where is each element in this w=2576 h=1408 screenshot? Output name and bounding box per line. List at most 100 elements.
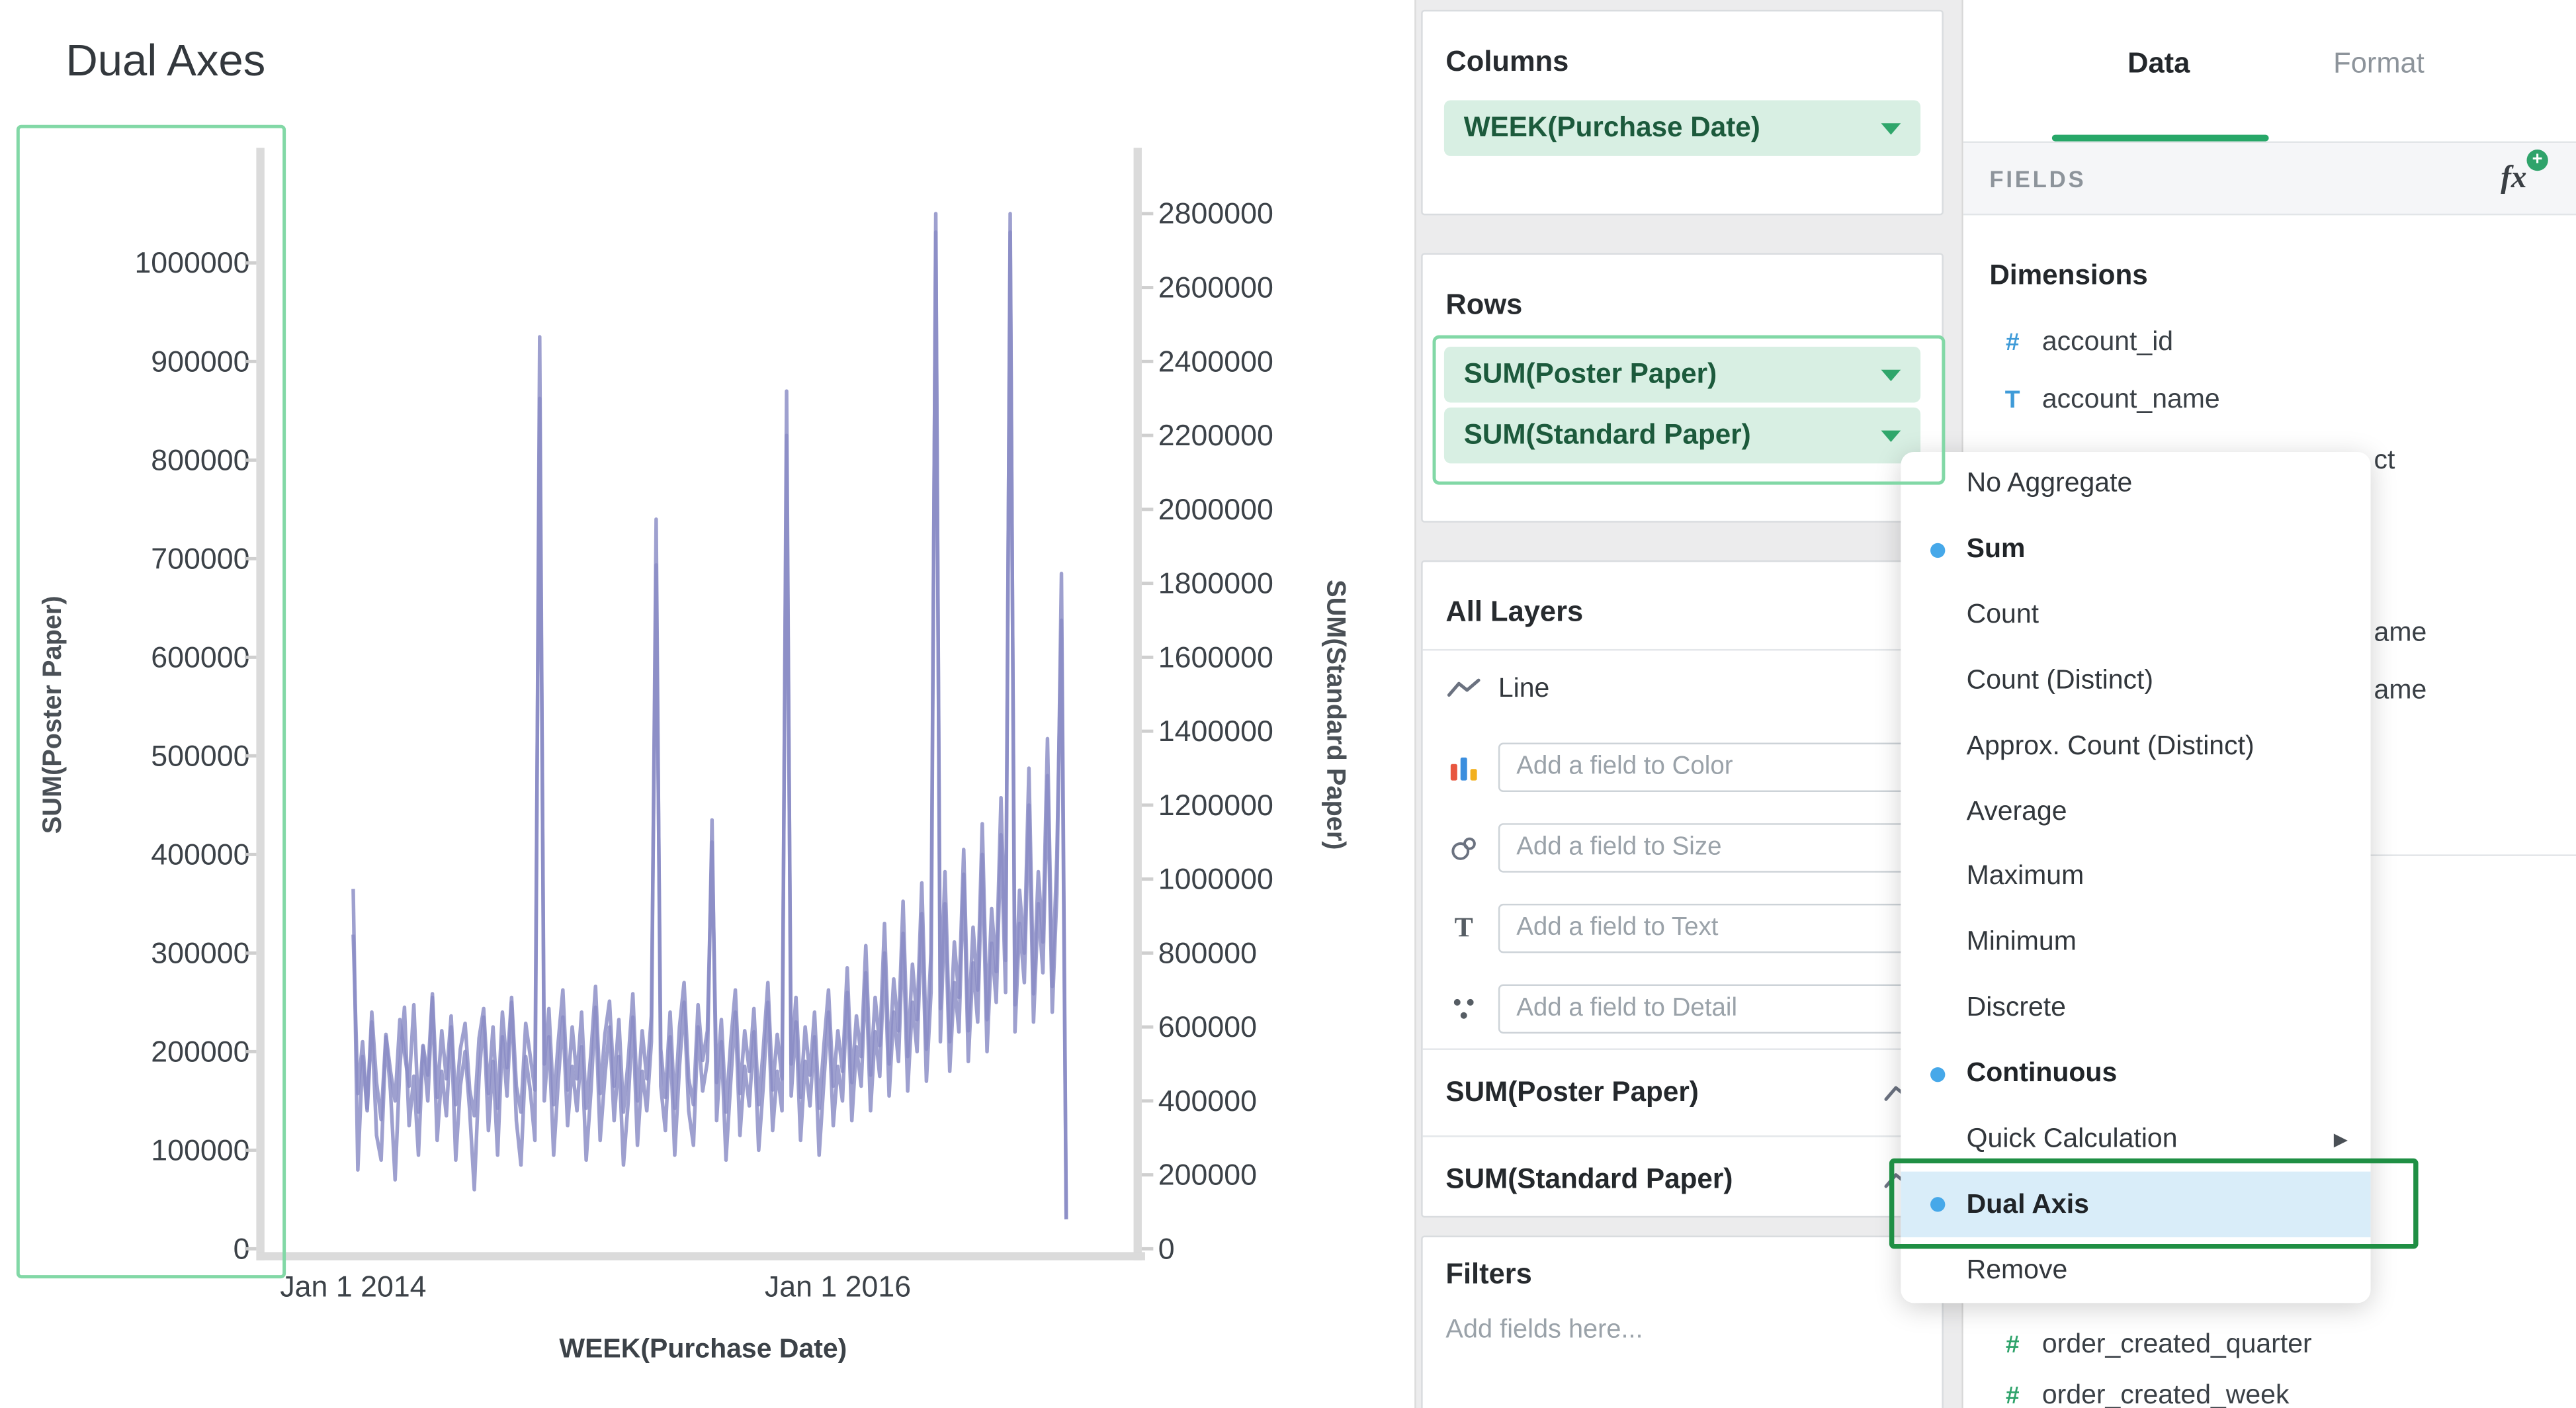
size-drop-row <box>1423 807 1942 887</box>
app-window: Dual Axes 010000020000030000040000050000… <box>0 0 2576 1408</box>
left-axis-tick-mark <box>245 459 256 462</box>
right-axis-tick-label: 2000000 <box>1158 493 1339 526</box>
field-item-order_created_week[interactable]: # order_created_week <box>1999 1377 2289 1408</box>
drop-field-rows: T <box>1423 726 1942 1049</box>
menu-item-label: Continuous <box>1967 1058 2118 1089</box>
right-axis-tick-label: 2600000 <box>1158 271 1339 304</box>
right-axis-tick-mark <box>1142 507 1153 511</box>
menu-item-count-distinct[interactable]: Count (Distinct) <box>1901 648 2370 714</box>
right-axis-tick-mark <box>1142 434 1153 437</box>
field-item-account_name[interactable]: Taccount_name <box>1999 381 2219 418</box>
left-axis-tick-label: 100000 <box>59 1134 249 1167</box>
submenu-arrow-icon: ▶ <box>2334 1129 2348 1150</box>
rows-pill-poster-paper[interactable]: SUM(Poster Paper) <box>1444 347 1920 402</box>
chevron-down-icon[interactable] <box>1881 369 1901 380</box>
left-axis-tick-mark <box>245 1247 256 1251</box>
right-axis-tick-mark <box>1142 730 1153 733</box>
menu-item-quick-calculation[interactable]: Quick Calculation ▶ <box>1901 1106 2370 1172</box>
filters-drop-zone[interactable]: Add fields here... <box>1445 1316 1918 1346</box>
menu-item-label: Minimum <box>1967 927 2077 958</box>
chevron-down-icon[interactable] <box>1881 429 1901 441</box>
menu-item-discrete[interactable]: Discrete <box>1901 976 2370 1041</box>
layer-measure-standard-paper[interactable]: SUM(Standard Paper) <box>1423 1135 1942 1223</box>
detail-drop-row <box>1423 968 1942 1049</box>
detail-field-input[interactable] <box>1498 983 1922 1033</box>
right-axis-tick-mark <box>1142 803 1153 807</box>
right-axis-tick-mark <box>1142 1026 1153 1029</box>
left-axis-tick-label: 700000 <box>59 543 249 576</box>
size-field-input[interactable] <box>1498 822 1922 872</box>
rows-pill-standard-paper[interactable]: SUM(Standard Paper) <box>1444 408 1920 463</box>
color-icon <box>1445 754 1482 780</box>
left-axis-title: SUM(Poster Paper) <box>40 595 69 834</box>
chart-type-row[interactable]: Line <box>1423 649 1942 726</box>
left-axis-tick-mark <box>245 360 256 363</box>
right-axis-tick-mark <box>1142 1099 1153 1102</box>
left-axis-tick-label: 1000000 <box>59 247 249 280</box>
left-axis-tick-mark <box>245 951 256 955</box>
right-axis-tick-label: 1400000 <box>1158 715 1339 748</box>
menu-item-label: Remove <box>1967 1254 2068 1286</box>
number-type-icon: # <box>1999 328 2026 355</box>
field-item-account_id[interactable]: #account_id <box>1999 324 2173 360</box>
chevron-down-icon[interactable] <box>1881 122 1901 134</box>
menu-item-average[interactable]: Average <box>1901 779 2370 845</box>
left-axis-tick-label: 500000 <box>59 740 249 773</box>
right-axis-tick-mark <box>1142 1173 1153 1176</box>
menu-item-label: Quick Calculation <box>1967 1123 2178 1155</box>
text-field-input[interactable] <box>1498 903 1922 953</box>
color-drop-row <box>1423 726 1942 807</box>
number-type-icon: # <box>1999 1381 2026 1408</box>
layer-measure-poster-paper[interactable]: SUM(Poster Paper) <box>1423 1048 1942 1135</box>
right-axis-tick-mark <box>1142 877 1153 881</box>
menu-item-dual-axis[interactable]: Dual Axis <box>1901 1172 2370 1237</box>
menu-item-label: Discrete <box>1967 992 2066 1024</box>
measure-label: SUM(Poster Paper) <box>1445 1077 1698 1110</box>
field-item-partial: ame <box>2374 615 2427 651</box>
right-axis-tick-label: 1200000 <box>1158 789 1339 822</box>
selected-dot-icon <box>1930 1067 1945 1081</box>
right-axis-tick-mark <box>1142 286 1153 289</box>
pill-label: SUM(Poster Paper) <box>1464 358 1717 391</box>
menu-item-continuous[interactable]: Continuous <box>1901 1041 2370 1106</box>
right-axis-tick-label: 800000 <box>1158 937 1339 970</box>
detail-icon <box>1445 995 1482 1022</box>
menu-item-sum[interactable]: Sum <box>1901 517 2370 583</box>
menu-item-no-aggregate[interactable]: No Aggregate <box>1901 452 2370 517</box>
chart-type-label: Line <box>1498 673 1549 704</box>
text-drop-row: T <box>1423 887 1942 968</box>
left-axis-tick-mark <box>245 853 256 856</box>
right-axis-tick-label: 1000000 <box>1158 863 1339 896</box>
menu-item-label: Approx. Count (Distinct) <box>1967 731 2254 762</box>
left-axis-tick-mark <box>245 754 256 758</box>
right-axis-tick-label: 0 <box>1158 1233 1339 1266</box>
right-axis-tick-label: 400000 <box>1158 1084 1339 1118</box>
selected-dot-icon <box>1930 543 1945 557</box>
columns-card: Columns WEEK(Purchase Date) <box>1421 10 1944 215</box>
x-axis-title: WEEK(Purchase Date) <box>266 1335 1140 1366</box>
menu-item-remove[interactable]: Remove <box>1901 1237 2370 1303</box>
menu-item-count[interactable]: Count <box>1901 583 2370 648</box>
rows-header: Rows <box>1423 255 1942 320</box>
aggregate-menu: No AggregateSumCount Count (Distinct) Appr… <box>1901 452 2370 1303</box>
right-axis-tick-mark <box>1142 951 1153 955</box>
right-axis-tick-label: 2400000 <box>1158 345 1339 378</box>
field-name: order_created_week <box>2042 1380 2290 1408</box>
columns-pill-week-purchase-date[interactable]: WEEK(Purchase Date) <box>1444 100 1920 155</box>
menu-item-label: Count (Distinct) <box>1967 666 2153 697</box>
right-axis-tick-mark <box>1142 1247 1153 1251</box>
color-field-input[interactable] <box>1498 742 1922 791</box>
field-item-partial: ame <box>2374 672 2427 709</box>
field-item-order_created_quarter[interactable]: #order_created_quarter <box>1999 1326 2311 1362</box>
field-name: account_name <box>2042 384 2220 415</box>
right-axis-tick-label: 600000 <box>1158 1010 1339 1043</box>
right-axis-tick-mark <box>1142 656 1153 659</box>
measure-label: SUM(Standard Paper) <box>1445 1163 1733 1196</box>
menu-item-approx-count-distinct[interactable]: Approx. Count (Distinct) <box>1901 714 2370 779</box>
menu-item-maximum[interactable]: Maximum <box>1901 845 2370 910</box>
menu-item-label: Maximum <box>1967 862 2084 893</box>
right-axis-tick-mark <box>1142 360 1153 363</box>
text-icon: T <box>1445 914 1482 941</box>
menu-item-minimum[interactable]: Minimum <box>1901 910 2370 976</box>
left-axis-tick-label: 200000 <box>59 1035 249 1069</box>
